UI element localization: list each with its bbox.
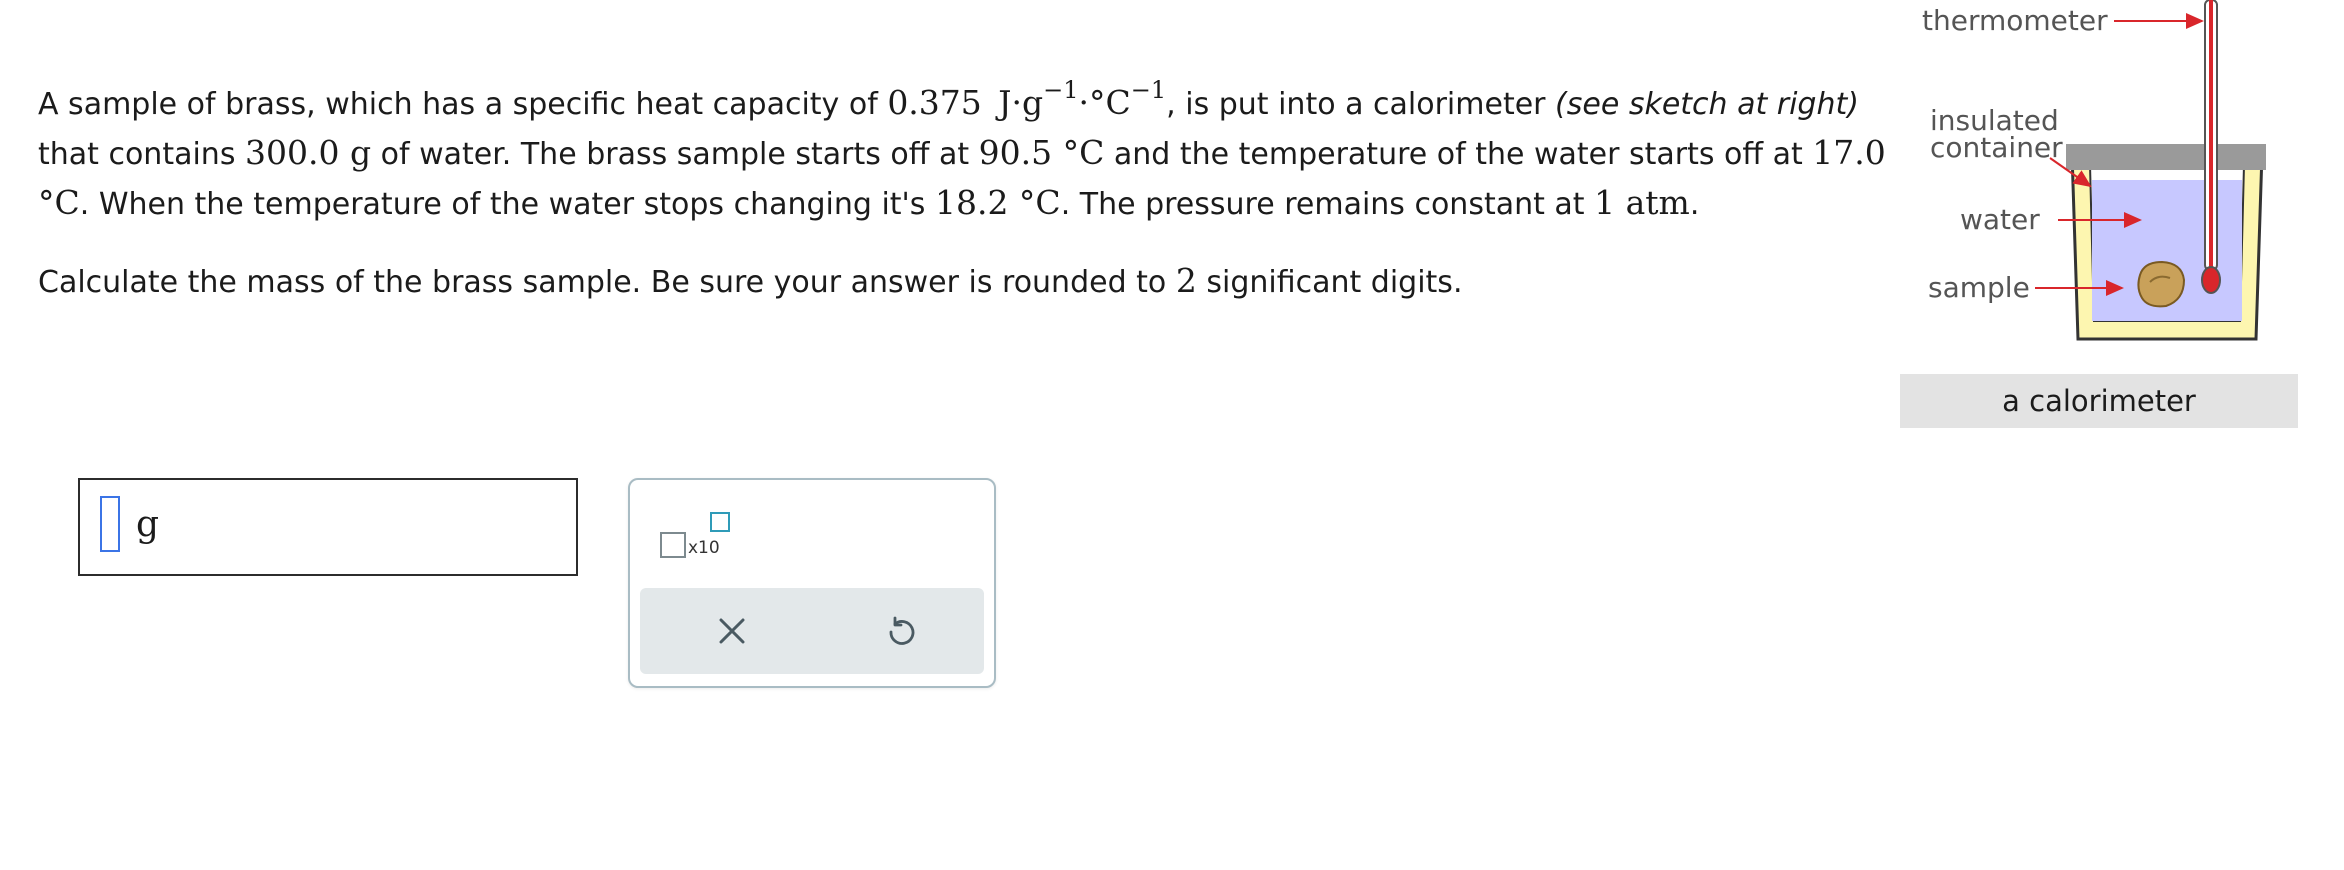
undo-icon	[889, 616, 915, 645]
tool-bar	[640, 588, 984, 674]
answer-input[interactable]: g	[78, 478, 578, 576]
text: Calculate the mass of the brass sample. …	[38, 265, 1176, 300]
water-mass-value: 300.0 g	[244, 133, 372, 172]
text: of water. The brass sample starts off at	[371, 137, 979, 172]
math-tool-panel: x10	[628, 478, 996, 688]
calorimeter-sketch: thermometer insulated container water sa…	[1900, 0, 2300, 430]
x10-label: x10	[688, 538, 720, 558]
sample-shape	[2137, 260, 2186, 308]
lid-shape	[2066, 144, 2266, 170]
text: . When the temperature of the water stop…	[79, 187, 935, 222]
exponent-box-icon	[710, 512, 730, 532]
text: significant digits.	[1196, 265, 1463, 300]
problem-paragraph-2: Calculate the mass of the brass sample. …	[38, 257, 1888, 307]
water-label: water	[1960, 203, 2040, 236]
scientific-notation-button[interactable]: x10	[660, 512, 730, 558]
final-temp: 18.2 °C	[934, 183, 1061, 222]
sample-label: sample	[1928, 271, 2030, 304]
thermometer-label: thermometer	[1922, 4, 2108, 37]
figure-caption: a calorimeter	[1900, 374, 2298, 428]
sig-digits-value: 2	[1175, 261, 1197, 300]
see-sketch-note: (see sketch at right)	[1555, 87, 1859, 122]
text: , is put into a calorimeter	[1166, 87, 1556, 122]
brass-start-temp: 90.5 °C	[978, 133, 1105, 172]
text: .	[1689, 187, 1700, 222]
mantissa-box-icon	[660, 532, 686, 558]
text: A sample of brass, which has a specific …	[38, 87, 888, 122]
text: and the temperature of the water starts …	[1104, 137, 1813, 172]
text: . The pressure remains constant at	[1060, 187, 1595, 222]
x-icon	[719, 618, 745, 644]
undo-button[interactable]	[878, 609, 922, 653]
problem-text: A sample of brass, which has a specific …	[38, 70, 1888, 307]
problem-paragraph-1: A sample of brass, which has a specific …	[38, 70, 1888, 229]
clear-button[interactable]	[710, 609, 754, 653]
text: that contains	[38, 137, 245, 172]
specific-heat-value: 0.375 J·g−1·°C−1	[887, 76, 1167, 122]
answer-unit: g	[136, 504, 160, 545]
pressure-value: 1 atm	[1594, 183, 1690, 222]
container-label: container	[1930, 131, 2063, 164]
input-caret[interactable]	[100, 496, 120, 552]
